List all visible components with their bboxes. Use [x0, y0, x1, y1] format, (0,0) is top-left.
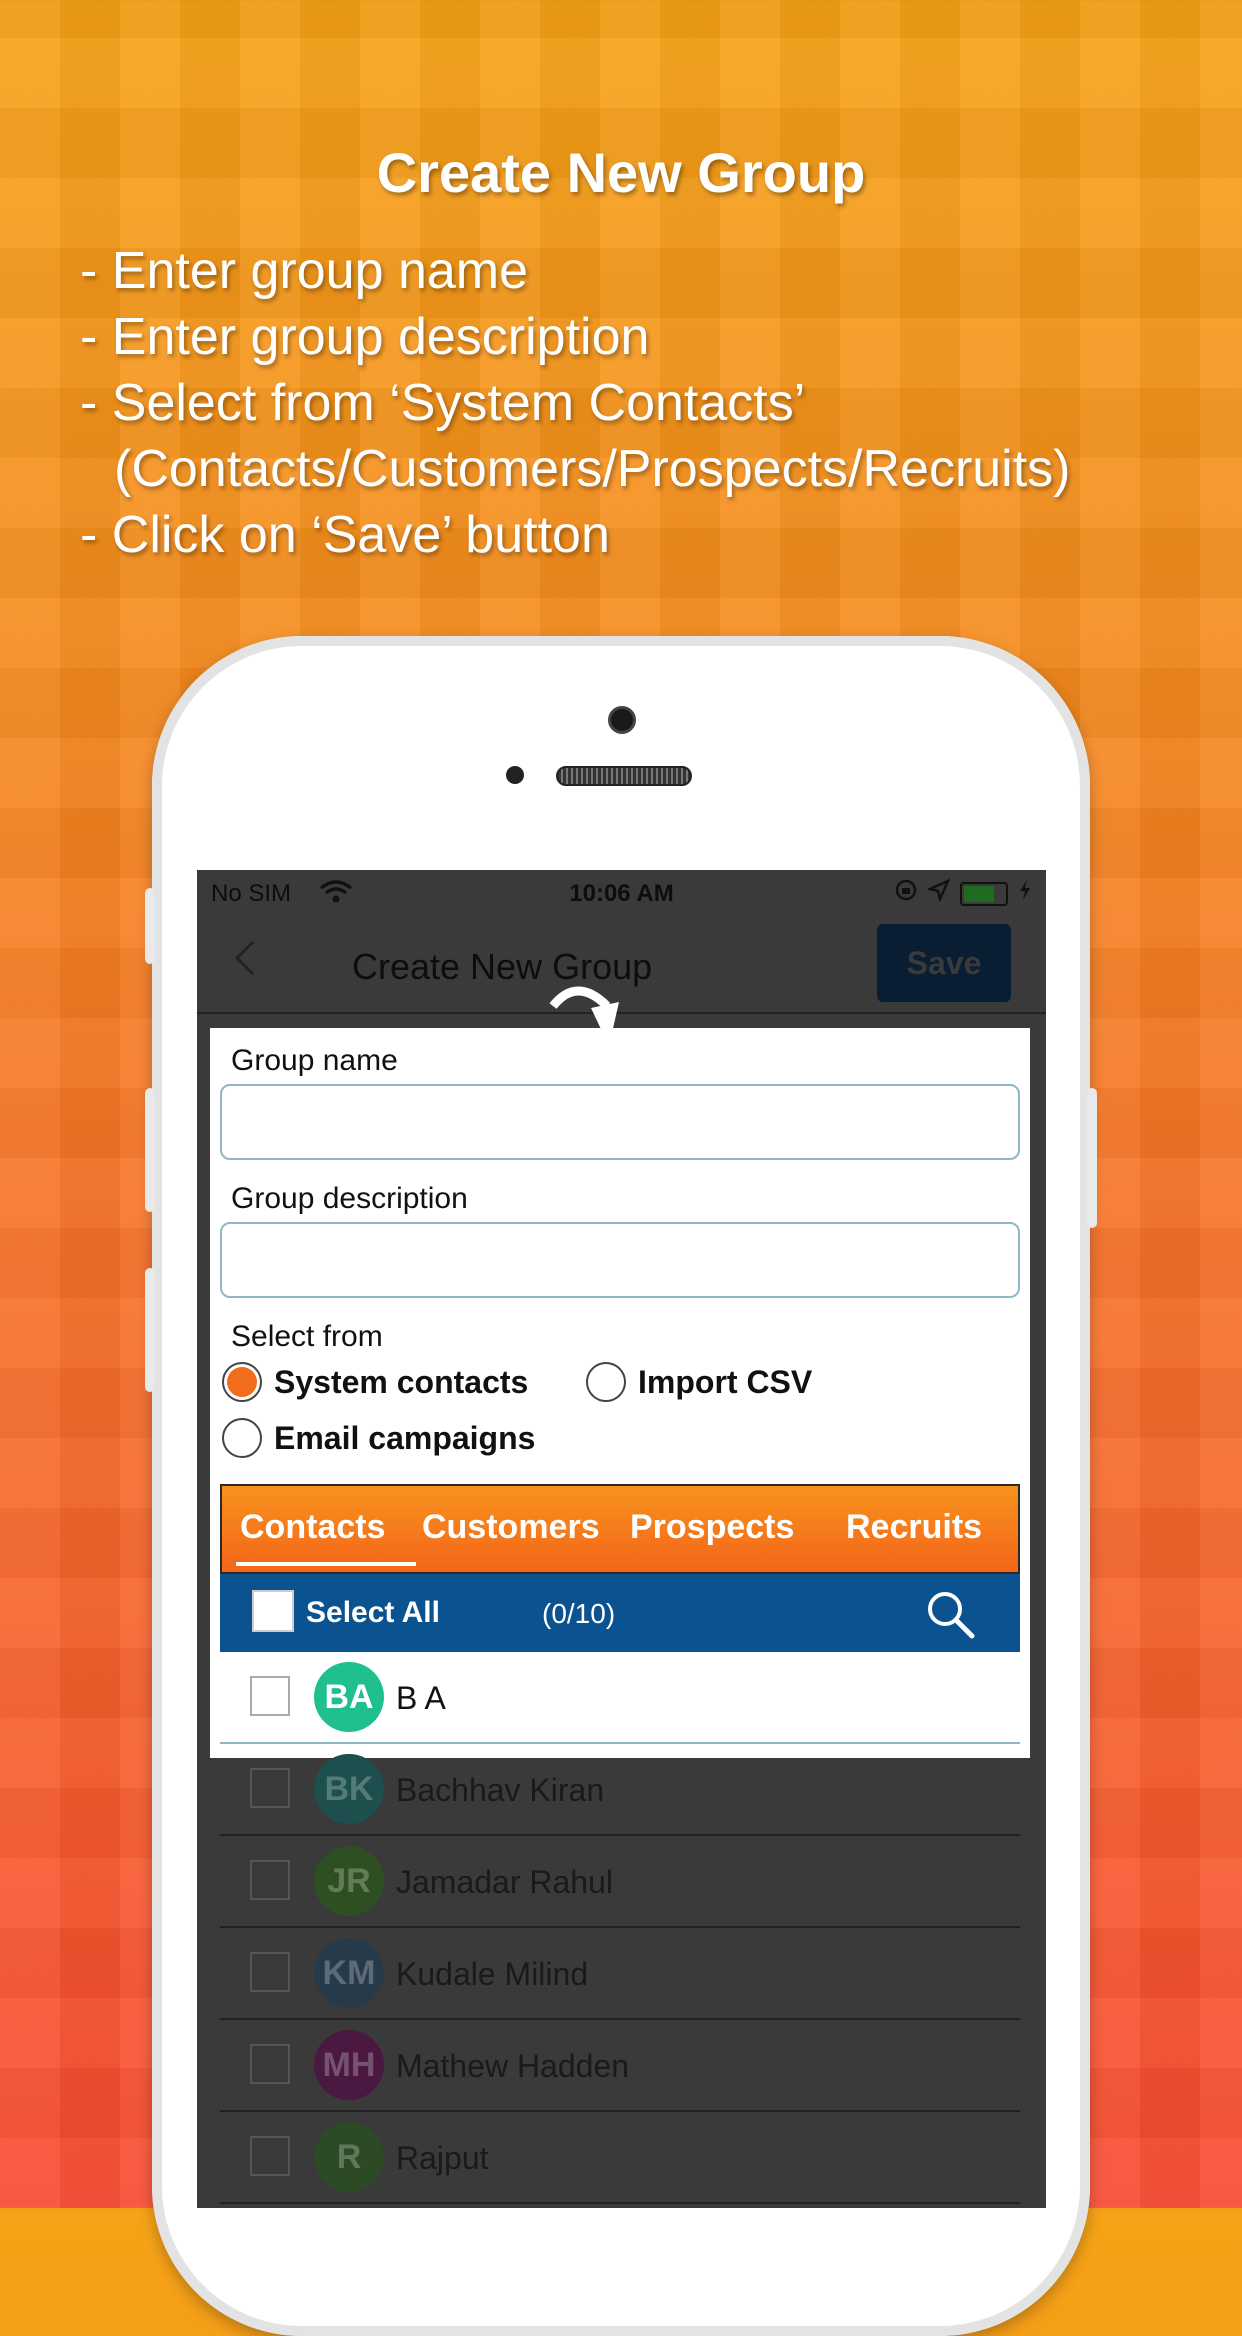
promo-title: Create New Group — [376, 141, 866, 204]
tab-customers[interactable]: Customers — [422, 1508, 600, 1547]
radio-email-campaigns[interactable]: Email campaigns — [222, 1418, 535, 1458]
contact-checkbox[interactable] — [250, 1860, 290, 1900]
radio-label: Email campaigns — [274, 1419, 536, 1456]
contact-row[interactable]: KM Kudale Milind — [220, 1928, 1020, 2020]
phone-power-button — [1087, 1088, 1097, 1228]
radio-unselected-indicator — [586, 1362, 626, 1402]
contact-name: Kudale Milind — [396, 1956, 589, 1992]
contact-checkbox[interactable] — [250, 2136, 290, 2176]
tab-prospects[interactable]: Prospects — [630, 1508, 794, 1547]
contact-row[interactable]: BK Bachhav Kiran — [220, 1744, 1020, 1836]
avatar: KM — [314, 1938, 384, 2008]
phone-volume-down — [145, 1268, 155, 1392]
save-button[interactable]: Save — [877, 924, 1011, 1002]
proximity-sensor — [506, 766, 524, 784]
radio-label: System contacts — [274, 1363, 529, 1400]
contact-row[interactable]: MH Mathew Hadden — [220, 2020, 1020, 2112]
status-icons — [894, 878, 1032, 909]
earpiece-speaker — [556, 766, 692, 786]
tab-recruits[interactable]: Recruits — [846, 1508, 982, 1547]
group-name-input[interactable] — [220, 1084, 1020, 1160]
promo-line: (Contacts/Customers/Prospects/Recruits) — [114, 440, 1071, 498]
selection-count: (0/10) — [542, 1598, 616, 1629]
radio-selected-indicator — [222, 1362, 262, 1402]
radio-import-csv[interactable]: Import CSV — [586, 1362, 812, 1402]
group-description-input[interactable] — [220, 1222, 1020, 1298]
avatar: BA — [314, 1662, 384, 1732]
contact-name: Bachhav Kiran — [396, 1772, 605, 1808]
radio-unselected-indicator — [222, 1418, 262, 1458]
search-icon[interactable] — [924, 1588, 976, 1645]
contact-type-tabs: Contacts Customers Prospects Recruits — [220, 1484, 1020, 1574]
orientation-lock-icon — [894, 878, 918, 909]
contact-name: Jamadar Rahul — [396, 1864, 613, 1900]
avatar: MH — [314, 2030, 384, 2100]
avatar: R — [314, 2122, 384, 2192]
back-chevron-icon[interactable] — [233, 938, 257, 989]
phone-mute-switch — [145, 888, 155, 964]
promo-instructions: - Enter group name - Enter group descrip… — [80, 238, 1220, 568]
group-form-card: Group name Group description Select from… — [210, 1028, 1030, 1758]
app-screen: No SIM 10:06 AM Create New Group Save Gr… — [197, 870, 1046, 2208]
select-all-checkbox[interactable] — [252, 1590, 294, 1632]
radio-label: Import CSV — [638, 1363, 813, 1400]
phone-volume-up — [145, 1088, 155, 1212]
front-camera — [608, 706, 636, 734]
select-all-label: Select All — [306, 1596, 440, 1629]
contact-row[interactable]: BA B A — [220, 1652, 1020, 1744]
promo-line: - Enter group description — [80, 308, 650, 366]
contact-name: Rajput — [396, 2140, 489, 2176]
avatar: JR — [314, 1846, 384, 1916]
contact-row[interactable]: JR Jamadar Rahul — [220, 1836, 1020, 1928]
tab-contacts[interactable]: Contacts — [240, 1508, 385, 1547]
active-tab-indicator — [236, 1562, 416, 1566]
location-arrow-icon — [926, 878, 951, 908]
navigation-bar: Create New Group Save — [197, 916, 1046, 1046]
charging-bolt-icon — [1018, 879, 1032, 908]
group-name-label: Group name — [231, 1044, 398, 1077]
promo-line: - Enter group name — [80, 242, 529, 300]
promo-line: - Click on ‘Save’ button — [80, 506, 610, 564]
select-all-bar: Select All (0/10) — [220, 1574, 1020, 1652]
radio-system-contacts[interactable]: System contacts — [222, 1362, 528, 1402]
promo-line: - Select from ‘System Contacts’ — [80, 374, 806, 432]
contact-checkbox[interactable] — [250, 2044, 290, 2084]
contact-name: B A — [396, 1680, 446, 1716]
contact-checkbox[interactable] — [250, 1676, 290, 1716]
contact-list: BA B A BK Bachhav Kiran JR Jamadar Rahul… — [220, 1652, 1020, 2204]
contact-row[interactable]: R Rajput — [220, 2112, 1020, 2204]
contact-checkbox[interactable] — [250, 1952, 290, 1992]
battery-icon — [960, 881, 1008, 906]
status-bar: No SIM 10:06 AM — [197, 870, 1046, 916]
contact-checkbox[interactable] — [250, 1768, 290, 1808]
contact-name: Mathew Hadden — [396, 2048, 630, 2084]
avatar: BK — [314, 1754, 384, 1824]
select-from-label: Select from — [231, 1320, 383, 1353]
group-description-label: Group description — [231, 1182, 468, 1215]
